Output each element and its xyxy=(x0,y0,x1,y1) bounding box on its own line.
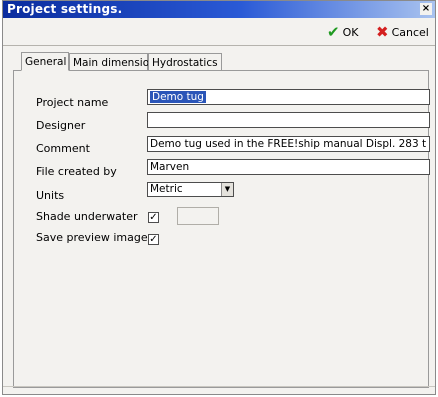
tab-general[interactable]: General xyxy=(21,52,69,71)
project-name-label: Project name xyxy=(36,96,109,109)
units-select[interactable]: Metric ▼ xyxy=(147,182,234,197)
comment-field[interactable]: Demo tug used in the FREE!ship manual Di… xyxy=(147,136,430,152)
units-label: Units xyxy=(36,189,65,202)
project-name-value: Demo tug xyxy=(150,91,206,103)
title-bar: Project settings. × xyxy=(3,1,435,18)
shade-underwater-label: Shade underwater xyxy=(36,210,138,223)
units-selected-value: Metric xyxy=(150,183,183,195)
close-button[interactable]: × xyxy=(420,3,432,15)
dropdown-arrow-icon[interactable]: ▼ xyxy=(221,183,233,196)
save-preview-image-checkbox[interactable]: ✓ xyxy=(148,234,159,245)
designer-field[interactable] xyxy=(147,112,430,128)
cancel-button[interactable]: ✖ Cancel xyxy=(376,24,429,40)
designer-label: Designer xyxy=(36,119,86,132)
checkmark-icon: ✔ xyxy=(327,23,340,41)
toolbar: ✔ OK ✖ Cancel xyxy=(3,18,435,46)
file-created-by-field[interactable]: Marven xyxy=(147,159,430,175)
red-x-icon: ✖ xyxy=(376,23,389,41)
project-settings-dialog: Project settings. × ✔ OK ✖ Cancel Genera… xyxy=(2,0,436,395)
ok-button[interactable]: ✔ OK xyxy=(327,24,358,40)
underwater-color-swatch[interactable] xyxy=(177,207,219,225)
comment-label: Comment xyxy=(36,142,90,155)
shade-underwater-checkbox[interactable]: ✓ xyxy=(148,212,159,223)
project-name-field[interactable]: Demo tug xyxy=(147,89,430,105)
ok-button-label: OK xyxy=(342,25,359,39)
general-tab-panel: Project name Demo tug Designer Comment D… xyxy=(13,70,430,388)
dialog-title: Project settings. xyxy=(7,2,123,16)
cancel-button-label: Cancel xyxy=(391,25,429,39)
status-bar xyxy=(3,386,435,394)
file-created-by-label: File created by xyxy=(36,165,117,178)
save-preview-image-label: Save preview image xyxy=(36,231,148,244)
